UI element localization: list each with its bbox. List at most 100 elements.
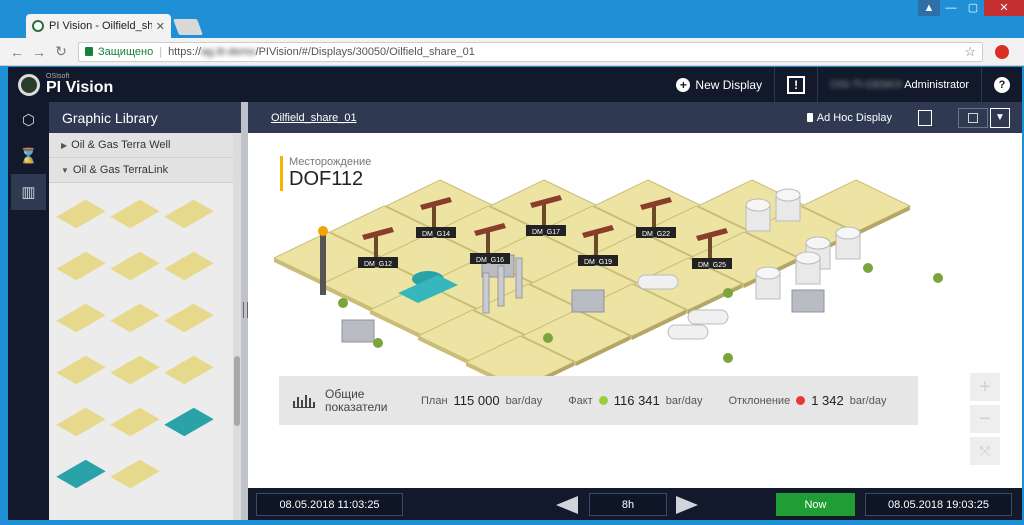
silo-top <box>805 236 831 250</box>
library-symbol-pump[interactable] <box>109 451 161 497</box>
deviation-value: 1 342 <box>811 393 844 408</box>
user-menu[interactable]: OSI-TI-DEMO\ Administrator <box>830 79 969 91</box>
end-time-input[interactable]: 08.05.2018 19:03:25 <box>865 493 1012 516</box>
symbol-tile <box>56 407 106 437</box>
library-symbol-pad[interactable] <box>163 295 215 341</box>
help-icon[interactable]: ? <box>994 76 1010 93</box>
well-label: DM_G17 <box>532 229 560 236</box>
library-symbol-plant[interactable] <box>55 191 107 237</box>
kpi-bar: Общие показатели План 115 000 bar/day Фа… <box>279 376 918 425</box>
fact-unit: bar/day <box>665 394 703 407</box>
symbol-tile <box>56 199 106 229</box>
now-button[interactable]: Now <box>776 493 855 516</box>
plan-unit: bar/day <box>505 394 543 407</box>
library-category[interactable]: ▶ Oil & Gas Terra Well <box>49 133 241 158</box>
silo-top <box>745 198 771 212</box>
horizontal-tank <box>667 324 709 340</box>
back-icon[interactable]: ← <box>6 44 28 60</box>
library-scrollbar[interactable] <box>233 134 241 520</box>
well-label: DM_G14 <box>422 231 450 238</box>
pumpjack-post <box>652 205 656 229</box>
tab-close-icon[interactable]: ✕ <box>156 20 165 33</box>
library-symbol-pipes[interactable] <box>109 243 161 289</box>
library-symbol-water[interactable] <box>163 399 215 445</box>
fact-label: Факт <box>568 394 593 407</box>
library-symbol-tank[interactable] <box>109 399 161 445</box>
duration-input[interactable]: 8h <box>589 493 667 516</box>
notification-icon[interactable]: ! <box>787 75 806 94</box>
library-symbol-grid <box>49 183 241 505</box>
library-symbol-pad[interactable] <box>109 347 161 393</box>
display-canvas[interactable]: Месторождение DOF112 DM_G12 DM_G14 DM_G16 D… <box>248 133 1022 488</box>
pumpjack-post <box>432 205 436 229</box>
new-display-button[interactable]: + New Display <box>676 77 762 92</box>
library-category[interactable]: ▼ Oil & Gas TerraLink <box>49 158 241 183</box>
extension-icon[interactable] <box>995 44 1009 59</box>
url-text: https://ag.iti-demo/PIVision/#/Displays/… <box>168 46 475 58</box>
user-domain: OSI-TI-DEMO\ <box>830 78 903 91</box>
tree <box>723 288 733 298</box>
category-label: Oil & Gas TerraLink <box>72 164 169 176</box>
horizontal-tank <box>637 274 679 290</box>
tree <box>543 333 553 343</box>
browser-titlebar: PI Vision - Oilfield_share_ ✕ ▲ — ▢ ✕ <box>0 0 1024 38</box>
zoom-in-button[interactable]: + <box>970 373 1000 401</box>
display-name[interactable]: Oilfield_share_01 <box>271 112 357 124</box>
panel-splitter[interactable] <box>241 102 248 520</box>
factory-building <box>791 289 825 313</box>
library-symbol-factory[interactable] <box>163 243 215 289</box>
new-tab-button[interactable] <box>173 19 203 35</box>
library-symbol-water[interactable] <box>55 451 107 497</box>
well-label: DM_G25 <box>698 262 726 269</box>
pumpjack-post <box>486 231 490 255</box>
attributes-pane-icon[interactable] <box>918 109 932 126</box>
bookmark-star-icon[interactable]: ☆ <box>964 44 976 60</box>
user-profile-icon[interactable]: ▲ <box>918 0 940 16</box>
save-button[interactable] <box>958 107 988 128</box>
maximize-icon[interactable]: ▢ <box>962 0 984 16</box>
pumpjack-post <box>542 203 546 227</box>
library-symbol-silo[interactable] <box>55 399 107 445</box>
brand-title: PI Vision <box>46 79 114 96</box>
library-symbol-pad[interactable] <box>55 347 107 393</box>
flare-flame <box>318 226 328 236</box>
events-icon[interactable]: ⌛ <box>8 138 49 174</box>
tree <box>863 263 873 273</box>
library-symbol-pump[interactable] <box>55 295 107 341</box>
deviation-label: Отклонение <box>728 394 791 407</box>
library-symbol-pad[interactable] <box>163 347 215 393</box>
plus-circle-icon: + <box>676 77 691 92</box>
time-bar: 08.05.2018 11:03:25 8h Now 08.05.2018 19… <box>248 488 1022 520</box>
time-back-icon[interactable] <box>556 496 578 514</box>
library-symbol-platform[interactable] <box>109 295 161 341</box>
library-symbol-rig[interactable] <box>55 243 107 289</box>
left-icon-rail: ⬡ ⌛ ▥ <box>8 102 49 520</box>
display-toolbar: Oilfield_share_01 Ad Hoc Display ▼ <box>248 102 1022 133</box>
library-symbol-building[interactable] <box>109 191 161 237</box>
column-tower <box>497 265 505 307</box>
kpi-fact: Факт 116 341 bar/day <box>568 393 702 408</box>
start-time-input[interactable]: 08.05.2018 11:03:25 <box>256 493 403 516</box>
save-dropdown-button[interactable]: ▼ <box>990 107 1010 128</box>
minimize-icon[interactable]: — <box>940 0 962 16</box>
symbol-tile <box>164 355 214 385</box>
scrollbar-thumb[interactable] <box>234 356 240 426</box>
zoom-out-button[interactable]: − <box>970 405 1000 433</box>
window-close-icon[interactable]: ✕ <box>984 0 1024 16</box>
time-forward-icon[interactable] <box>676 496 698 514</box>
url-input[interactable]: Защищено | https://ag.iti-demo/PIVision/… <box>78 41 983 62</box>
symbol-tile <box>56 251 106 281</box>
assets-cube-icon[interactable]: ⬡ <box>8 102 49 138</box>
reload-icon[interactable]: ↻ <box>50 43 72 60</box>
bar-chart-icon <box>293 394 315 408</box>
adhoc-display-button[interactable]: Ad Hoc Display <box>806 112 892 124</box>
url-separator: | <box>159 45 163 58</box>
graphic-library-icon[interactable]: ▥ <box>11 174 46 210</box>
browser-tab[interactable]: PI Vision - Oilfield_share_ ✕ <box>26 14 171 38</box>
factory-building <box>341 319 375 343</box>
silo-top <box>775 188 801 202</box>
fit-to-screen-icon[interactable]: ⤧ <box>970 437 1000 465</box>
forward-icon[interactable]: → <box>28 44 50 60</box>
library-symbol-flare[interactable] <box>163 191 215 237</box>
osisoft-logo-icon <box>18 73 40 96</box>
